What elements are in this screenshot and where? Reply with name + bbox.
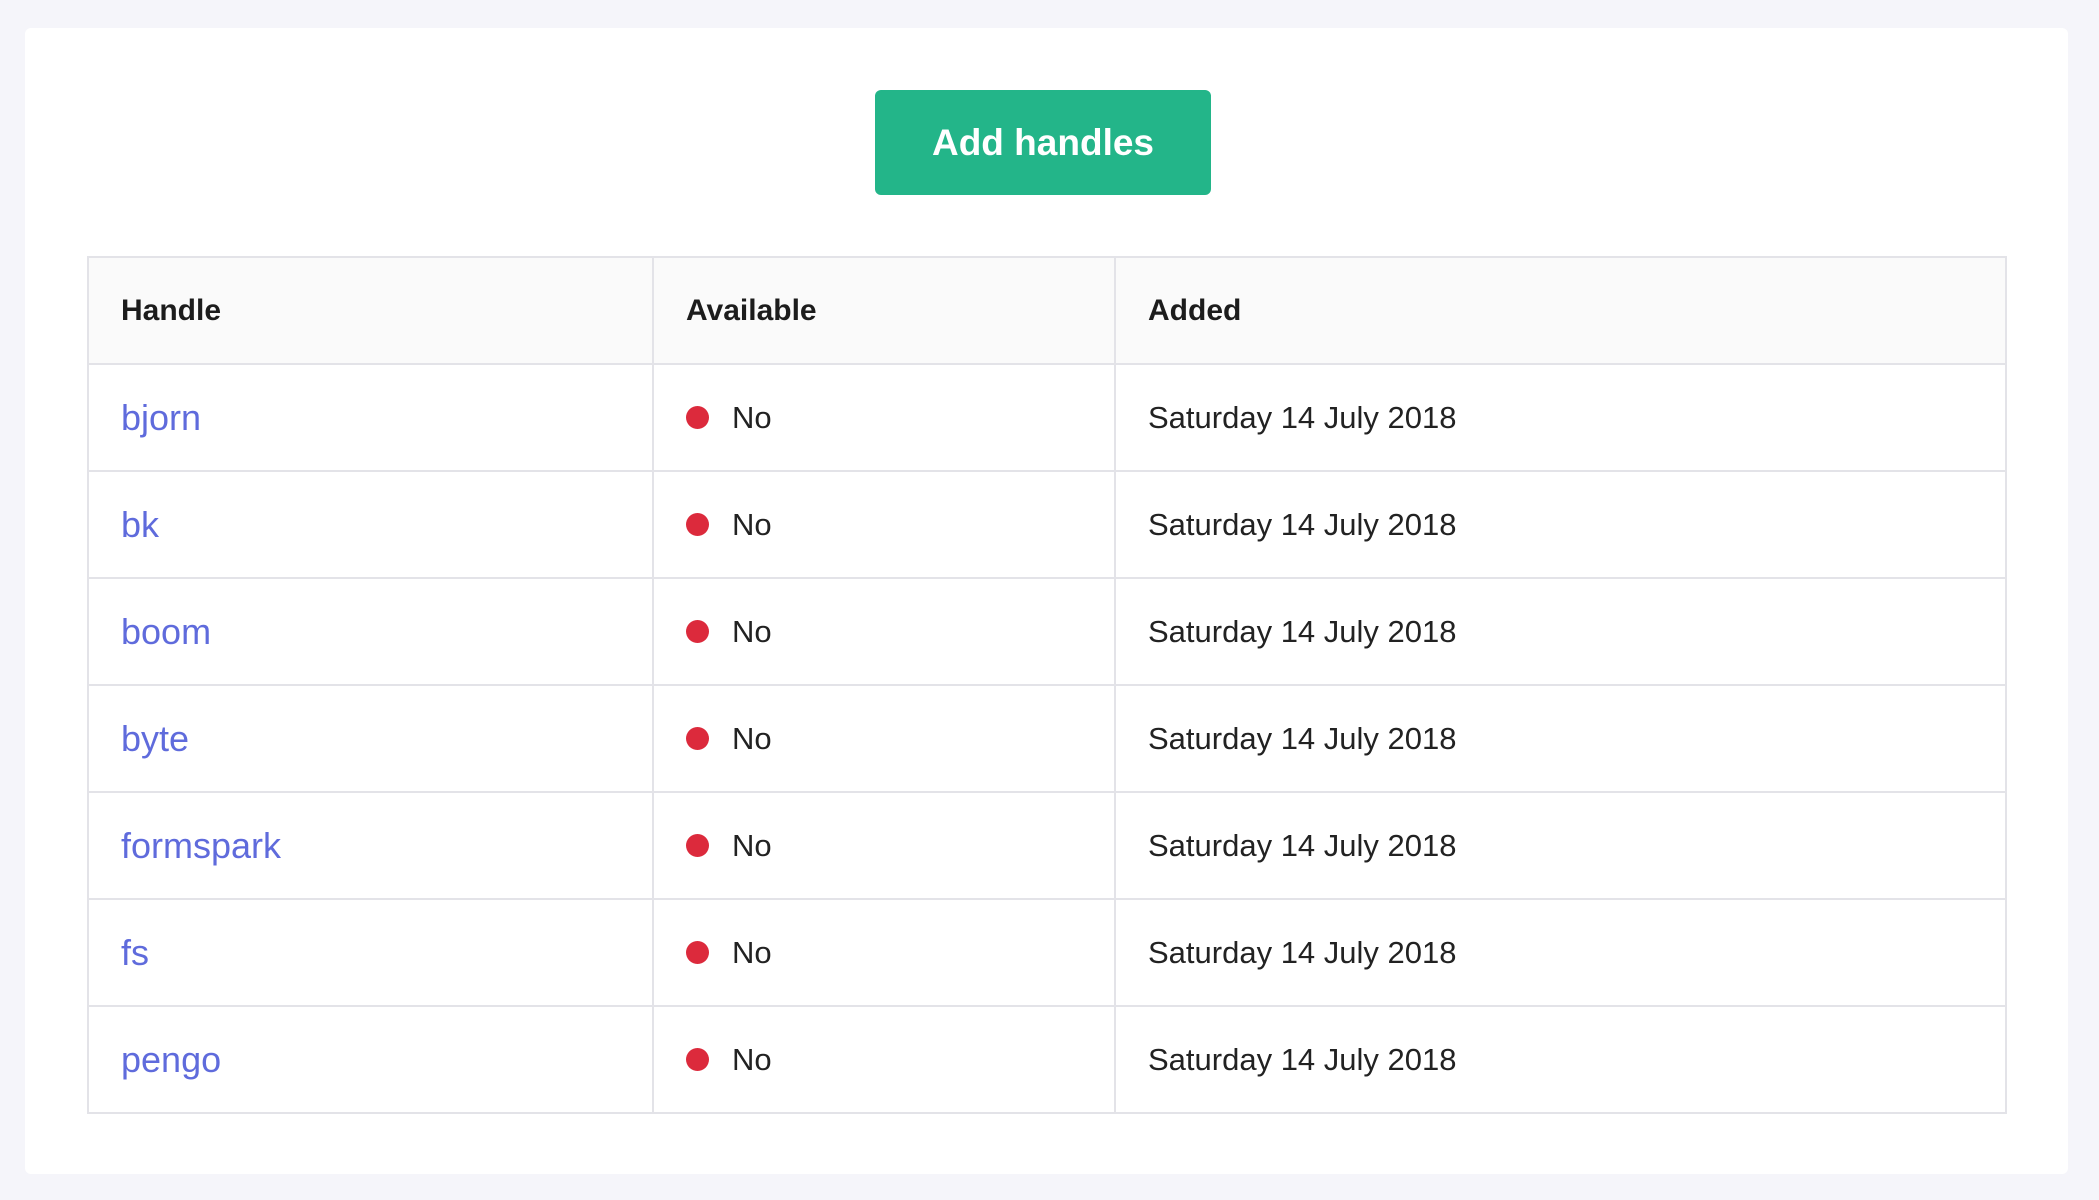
available-value: No	[732, 827, 772, 863]
added-cell: Saturday 14 July 2018	[1114, 577, 2007, 686]
added-cell: Saturday 14 July 2018	[1114, 791, 2007, 900]
available-value: No	[732, 1041, 772, 1077]
available-value: No	[732, 506, 772, 542]
column-header-handle: Handle	[87, 256, 654, 365]
handle-link[interactable]: bk	[121, 504, 159, 545]
available-value: No	[732, 934, 772, 970]
added-cell: Saturday 14 July 2018	[1114, 684, 2007, 793]
status-dot-icon	[686, 406, 709, 429]
table-row: bjorn No Saturday 14 July 2018	[87, 363, 2007, 472]
table-row: pengo No Saturday 14 July 2018	[87, 1005, 2007, 1114]
handles-table: Handle Available Added bjorn No Saturday…	[87, 256, 2007, 1114]
handle-link[interactable]: bjorn	[121, 397, 201, 438]
handle-cell: byte	[87, 684, 654, 793]
table-header-row: Handle Available Added	[87, 256, 2007, 365]
available-cell: No	[652, 470, 1116, 579]
status-dot-icon	[686, 620, 709, 643]
content-card: Add handles Handle Available Added bjorn…	[25, 28, 2068, 1174]
available-cell: No	[652, 1005, 1116, 1114]
status-dot-icon	[686, 513, 709, 536]
available-cell: No	[652, 791, 1116, 900]
available-value: No	[732, 720, 772, 756]
handle-link[interactable]: fs	[121, 932, 149, 973]
table-row: formspark No Saturday 14 July 2018	[87, 791, 2007, 900]
available-value: No	[732, 613, 772, 649]
handle-cell: pengo	[87, 1005, 654, 1114]
column-header-available: Available	[652, 256, 1116, 365]
available-cell: No	[652, 898, 1116, 1007]
handle-link[interactable]: boom	[121, 611, 211, 652]
available-cell: No	[652, 363, 1116, 472]
available-cell: No	[652, 684, 1116, 793]
status-dot-icon	[686, 727, 709, 750]
table-row: bk No Saturday 14 July 2018	[87, 470, 2007, 579]
added-cell: Saturday 14 July 2018	[1114, 898, 2007, 1007]
status-dot-icon	[686, 1048, 709, 1071]
available-value: No	[732, 399, 772, 435]
table-row: fs No Saturday 14 July 2018	[87, 898, 2007, 1007]
handle-cell: fs	[87, 898, 654, 1007]
available-cell: No	[652, 577, 1116, 686]
handle-link[interactable]: formspark	[121, 825, 281, 866]
status-dot-icon	[686, 941, 709, 964]
table-row: byte No Saturday 14 July 2018	[87, 684, 2007, 793]
added-cell: Saturday 14 July 2018	[1114, 363, 2007, 472]
added-cell: Saturday 14 July 2018	[1114, 1005, 2007, 1114]
added-cell: Saturday 14 July 2018	[1114, 470, 2007, 579]
add-handles-button[interactable]: Add handles	[875, 90, 1211, 195]
handle-cell: bjorn	[87, 363, 654, 472]
handle-cell: bk	[87, 470, 654, 579]
column-header-added: Added	[1114, 256, 2007, 365]
handle-cell: boom	[87, 577, 654, 686]
handle-cell: formspark	[87, 791, 654, 900]
handle-link[interactable]: pengo	[121, 1039, 221, 1080]
status-dot-icon	[686, 834, 709, 857]
table-row: boom No Saturday 14 July 2018	[87, 577, 2007, 686]
handle-link[interactable]: byte	[121, 718, 189, 759]
